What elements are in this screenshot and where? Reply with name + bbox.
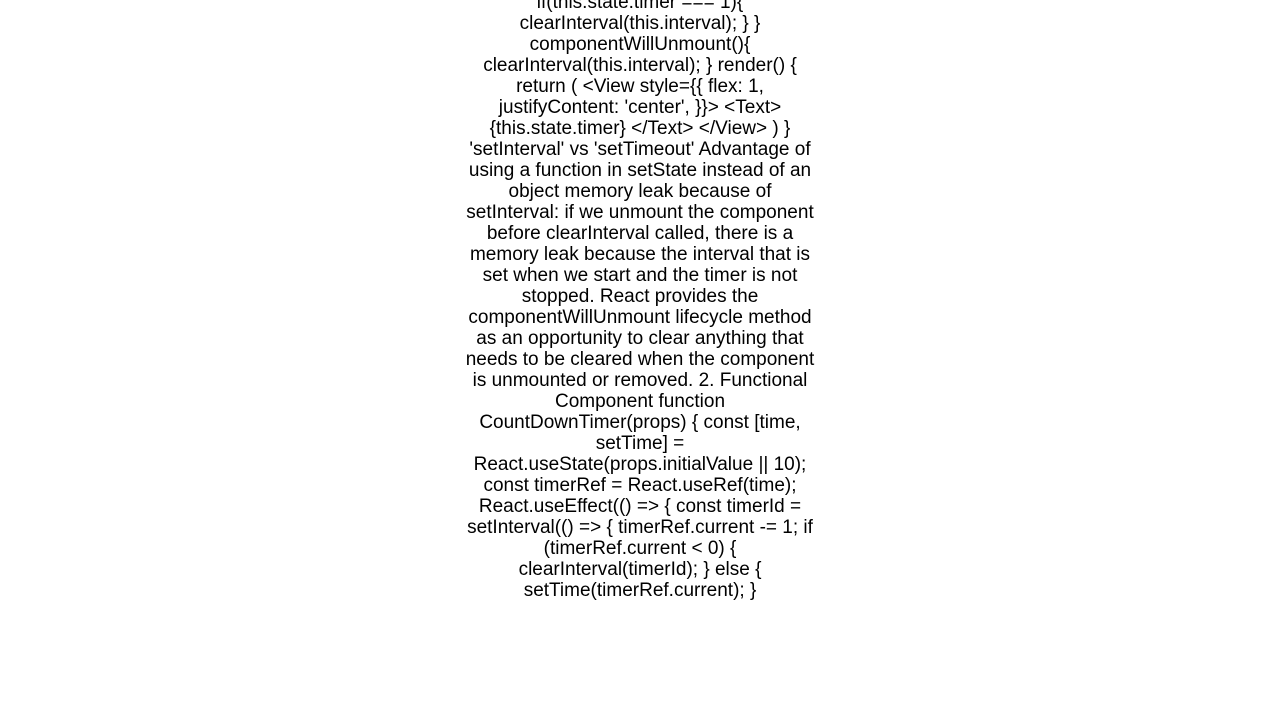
document-body-text: if(this.state.timer === 1){ clearInterva… bbox=[465, 0, 815, 601]
